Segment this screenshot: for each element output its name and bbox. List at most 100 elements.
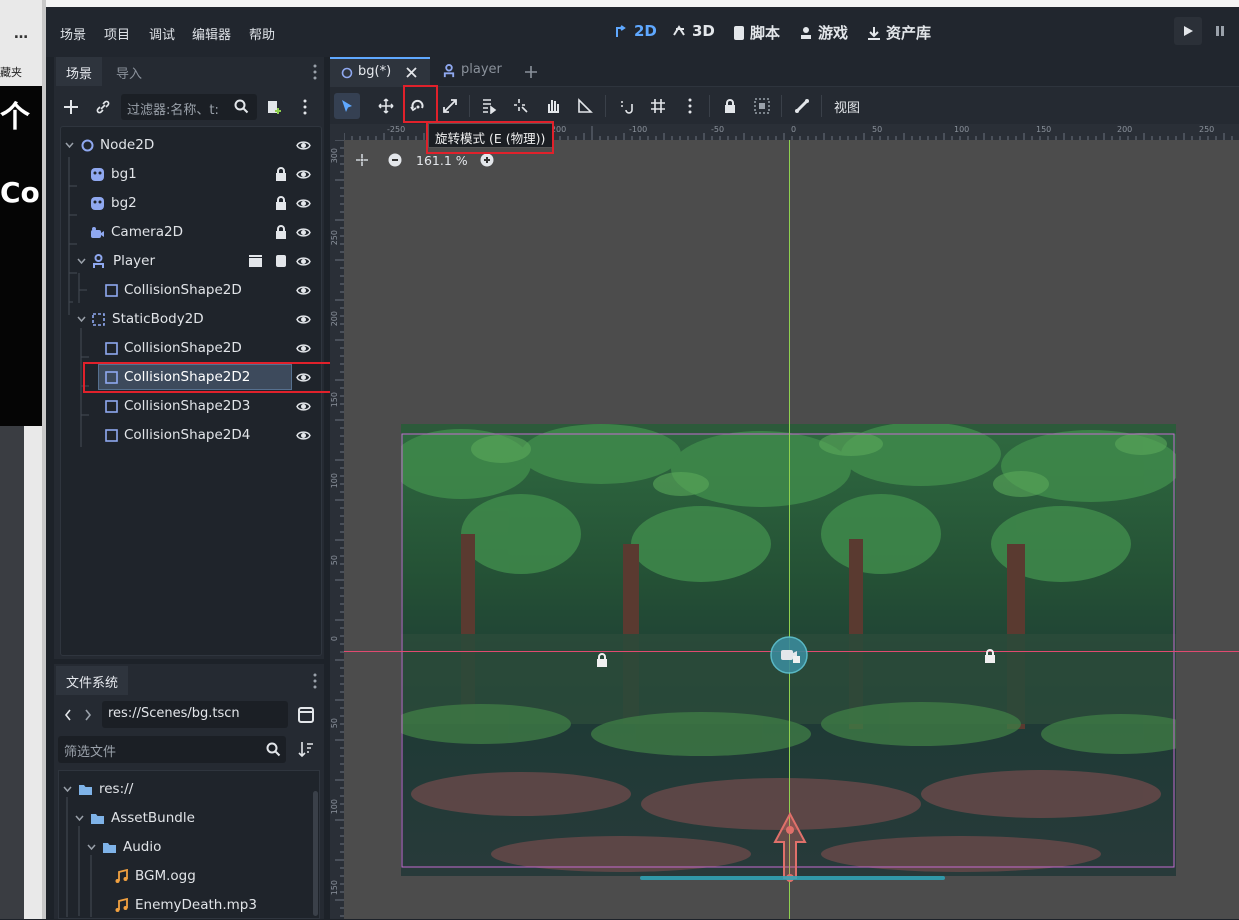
vertical-ruler[interactable]: 300 250 200 150 100 50 0 50 100 150	[330, 140, 344, 919]
tree-row-bg2[interactable]: bg2	[61, 189, 321, 218]
file-row-enemydeath[interactable]: EnemyDeath.mp3	[59, 891, 309, 920]
view-menu[interactable]: 视图	[834, 97, 860, 116]
2d-mode-icon	[616, 25, 626, 37]
visibility-eye-icon[interactable]	[296, 197, 311, 210]
pivot-mode-button[interactable]	[508, 93, 534, 119]
tree-row-staticbody2d[interactable]: StaticBody2D	[61, 305, 321, 334]
menu-editor[interactable]: 编辑器	[192, 24, 231, 43]
mode-assetlib-button[interactable]: 资产库	[866, 22, 931, 43]
browser-menu-dots[interactable]: …	[14, 26, 28, 42]
visibility-eye-icon[interactable]	[296, 168, 311, 181]
file-row-bgm[interactable]: BGM.ogg	[59, 862, 309, 891]
move-icon	[378, 98, 394, 114]
visibility-eye-icon[interactable]	[296, 429, 311, 442]
file-filter-input[interactable]: 筛选文件	[58, 736, 286, 763]
collapse-arrow-icon[interactable]	[75, 815, 84, 822]
file-tree-scrollbar[interactable]	[313, 791, 318, 916]
static-body-floor-shape	[640, 876, 945, 880]
mode-3d-button[interactable]: 3D	[672, 22, 715, 40]
snap-options-button[interactable]	[677, 93, 703, 119]
add-node-icon[interactable]	[63, 99, 79, 115]
group-icon	[754, 98, 770, 114]
select-mode-button[interactable]	[334, 93, 360, 119]
collapse-arrow-icon[interactable]	[65, 142, 74, 149]
tree-row-player[interactable]: Player	[61, 247, 321, 276]
visibility-eye-icon[interactable]	[296, 313, 311, 326]
folder-icon	[103, 843, 116, 853]
instance-scene-icon[interactable]	[266, 99, 282, 115]
toolbar-separator	[709, 95, 710, 117]
tree-row-bg1[interactable]: bg1	[61, 160, 321, 189]
collapse-arrow-icon[interactable]	[77, 258, 86, 265]
lock-icon[interactable]	[275, 196, 287, 210]
menu-debug[interactable]: 调试	[149, 24, 175, 43]
lock-selected-button[interactable]	[717, 93, 743, 119]
pan-mode-button[interactable]	[540, 93, 566, 119]
dock-menu-icon[interactable]	[312, 63, 318, 81]
tree-row-collisionshape3[interactable]: CollisionShape2D3	[61, 392, 321, 421]
tree-row-node2d[interactable]: Node2D	[61, 131, 321, 160]
move-mode-button[interactable]	[373, 93, 399, 119]
tab-filesystem[interactable]: 文件系统	[56, 666, 129, 695]
link-icon[interactable]	[95, 99, 111, 115]
visibility-eye-icon[interactable]	[296, 255, 311, 268]
tab-bg-scene[interactable]: bg(*)	[330, 57, 430, 86]
visibility-eye-icon[interactable]	[296, 342, 311, 355]
mode-2d-button[interactable]: 2D	[614, 22, 657, 40]
tree-row-collisionshape[interactable]: CollisionShape2D	[61, 334, 321, 363]
forward-arrow-icon[interactable]	[84, 709, 92, 721]
zoom-level[interactable]: 161.1 %	[416, 153, 468, 168]
pause-button[interactable]	[1206, 17, 1234, 45]
tree-row-player-collisionshape[interactable]: CollisionShape2D	[61, 276, 321, 305]
visibility-eye-icon[interactable]	[296, 226, 311, 239]
close-icon[interactable]	[406, 67, 417, 78]
visibility-eye-icon[interactable]	[296, 284, 311, 297]
smart-snap-button[interactable]	[613, 93, 639, 119]
collapse-arrow-icon[interactable]	[63, 786, 72, 793]
center-view-icon[interactable]	[355, 153, 369, 167]
group-selected-button[interactable]	[749, 93, 775, 119]
tree-row-collisionshape4[interactable]: CollisionShape2D4	[61, 421, 321, 450]
ruler-tick-label: 200	[330, 311, 339, 327]
list-select-button[interactable]	[476, 93, 502, 119]
lock-icon[interactable]	[275, 167, 287, 181]
tab-player-scene[interactable]: player	[430, 57, 516, 86]
scale-mode-button[interactable]	[437, 93, 463, 119]
tree-row-camera2d[interactable]: Camera2D	[61, 218, 321, 247]
back-arrow-icon[interactable]	[64, 709, 72, 721]
collapse-arrow-icon[interactable]	[77, 316, 86, 323]
tab-import[interactable]: 导入	[106, 57, 152, 86]
add-tab-icon[interactable]	[524, 65, 538, 79]
visibility-eye-icon[interactable]	[296, 400, 311, 413]
open-scene-icon[interactable]	[248, 255, 263, 268]
filesystem-path-field[interactable]: res://Scenes/bg.tscn	[102, 701, 288, 728]
play-button[interactable]	[1174, 17, 1202, 45]
mode-game-button[interactable]: 游戏	[798, 22, 848, 43]
tab-scene[interactable]: 场景	[56, 57, 103, 86]
grid-snap-button[interactable]	[645, 93, 671, 119]
more-options-icon[interactable]	[302, 98, 308, 116]
file-tree: res:// AssetBundle Audio BGM.ogg EnemyDe…	[58, 770, 320, 919]
menu-project[interactable]: 项目	[104, 24, 130, 43]
sprite-icon	[91, 168, 104, 181]
visibility-eye-icon[interactable]	[296, 139, 311, 152]
file-row-assetbundle[interactable]: AssetBundle	[59, 804, 309, 833]
ruler-tick-label: 100	[330, 473, 339, 489]
script-icon[interactable]	[275, 254, 287, 268]
zoom-out-icon[interactable]	[388, 153, 402, 167]
split-view-icon[interactable]	[298, 707, 314, 723]
sort-icon[interactable]	[298, 741, 314, 757]
canvas-viewport[interactable]: 161.1 %	[330, 124, 1239, 919]
file-row-audio[interactable]: Audio	[59, 833, 309, 862]
skeleton-options-button[interactable]	[789, 93, 815, 119]
menu-help[interactable]: 帮助	[249, 24, 275, 43]
menu-scene[interactable]: 场景	[60, 24, 86, 43]
search-icon	[234, 99, 249, 114]
dock-menu-icon[interactable]	[312, 672, 318, 690]
collapse-arrow-icon[interactable]	[87, 844, 96, 851]
lock-icon[interactable]	[275, 225, 287, 239]
file-row-res[interactable]: res://	[59, 775, 309, 804]
mode-script-button[interactable]: 脚本	[732, 22, 780, 43]
ruler-mode-button[interactable]	[572, 93, 598, 119]
zoom-in-icon[interactable]	[480, 153, 494, 167]
